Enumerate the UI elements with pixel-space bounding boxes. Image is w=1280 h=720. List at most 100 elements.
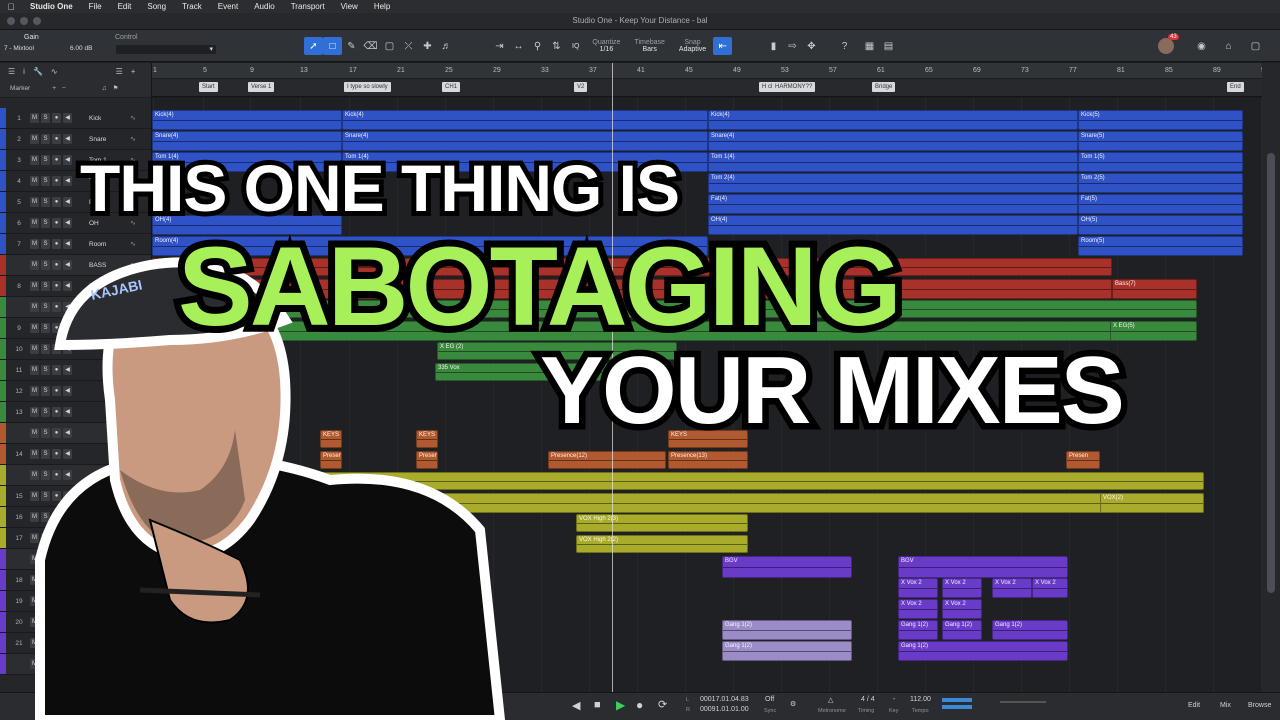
audio-event-clip[interactable]: X EG(5): [1110, 321, 1197, 341]
mute-button[interactable]: M: [30, 470, 39, 480]
mute-button[interactable]: M: [30, 239, 39, 249]
track-row[interactable]: 12 M S ● ◀ ∿: [0, 381, 151, 402]
device-name[interactable]: 7 - Mixtool: [4, 45, 34, 52]
record-arm-button[interactable]: ●: [52, 617, 61, 627]
monitor-button[interactable]: ◀: [63, 155, 72, 165]
monitor-button[interactable]: ◀: [63, 533, 72, 543]
mix-view-button[interactable]: Mix: [1220, 702, 1231, 709]
record-arm-button[interactable]: ●: [52, 386, 61, 396]
sync-value[interactable]: Off: [765, 696, 774, 703]
mute-button[interactable]: M: [30, 617, 39, 627]
time-left-display[interactable]: 00017.01.04.83: [700, 696, 749, 703]
mute-button[interactable]: M: [30, 281, 39, 291]
loop-icon[interactable]: ⟳: [658, 698, 667, 711]
monitor-button[interactable]: ◀: [63, 344, 72, 354]
solo-button[interactable]: S: [41, 344, 50, 354]
solo-button[interactable]: S: [41, 386, 50, 396]
track-row[interactable]: 21 M S ● ◀ ∿: [0, 633, 151, 654]
folder-track-row[interactable]: M S ● ◀ BASS ∿: [0, 255, 151, 276]
fullscreen-icon[interactable]: ▢: [1246, 37, 1265, 55]
mute-button[interactable]: M: [30, 659, 39, 669]
audio-event-clip[interactable]: X Vox 2: [992, 578, 1032, 598]
mute-button[interactable]: M: [30, 197, 39, 207]
solo-button[interactable]: S: [41, 197, 50, 207]
record-arm-button[interactable]: ●: [52, 491, 61, 501]
split-tool-icon[interactable]: ▢: [380, 37, 399, 55]
marker-2[interactable]: Verse 1: [248, 82, 275, 92]
audio-event-clip[interactable]: KEYS: [416, 430, 438, 448]
monitor-button[interactable]: ◀: [63, 659, 72, 669]
record-arm-button[interactable]: ●: [52, 512, 61, 522]
stretch-icon[interactable]: ↔: [509, 37, 528, 55]
video-icon[interactable]: ▦: [860, 37, 879, 55]
track-name[interactable]: Bass: [89, 283, 103, 290]
track-row[interactable]: 1 M S ● ◀ Kick ∿: [0, 108, 151, 129]
audio-event-clip[interactable]: X Vox 2: [942, 578, 982, 598]
timebase-control[interactable]: Timebase Bars: [627, 39, 671, 53]
record-arm-button[interactable]: ●: [52, 449, 61, 459]
mute-button[interactable]: M: [30, 260, 39, 270]
home-icon[interactable]: ⌂: [1219, 37, 1238, 55]
record-arm-button[interactable]: ●: [52, 281, 61, 291]
monitor-button[interactable]: ◀: [63, 386, 72, 396]
solo-button[interactable]: S: [41, 176, 50, 186]
marker-8[interactable]: Bridge: [872, 82, 896, 92]
record-arm-button[interactable]: ●: [52, 323, 61, 333]
track-row[interactable]: 7 M S ● ◀ Room ∿: [0, 234, 151, 255]
monitor-button[interactable]: ◀: [63, 260, 72, 270]
audio-event-clip[interactable]: Gang 1(2): [722, 620, 852, 640]
menu-transport[interactable]: Transport: [283, 2, 333, 11]
audio-event-clip[interactable]: KEYS: [320, 430, 342, 448]
audio-event-clip[interactable]: Kick(4): [152, 110, 342, 130]
audio-event-clip[interactable]: Tom 1(5): [1078, 152, 1243, 172]
solo-button[interactable]: S: [41, 134, 50, 144]
browse-view-button[interactable]: Browse: [1248, 702, 1271, 709]
solo-button[interactable]: S: [41, 428, 50, 438]
record-arm-button[interactable]: ●: [52, 344, 61, 354]
mute-button[interactable]: M: [30, 554, 39, 564]
monitor-button[interactable]: ◀: [63, 575, 72, 585]
audio-event-clip[interactable]: VOX High 2(2): [576, 535, 748, 553]
audio-event-clip[interactable]: Kick(4): [708, 110, 1078, 130]
monitor-button[interactable]: ◀: [63, 428, 72, 438]
monitor-button[interactable]: ◀: [63, 407, 72, 417]
mute-button[interactable]: M: [30, 323, 39, 333]
record-arm-button[interactable]: ●: [52, 260, 61, 270]
record-arm-button[interactable]: ●: [52, 176, 61, 186]
folder-track-row[interactable]: M S ● ◀ ELECTRICS ∿: [0, 297, 151, 318]
snap-control[interactable]: Snap Adaptive: [672, 39, 713, 53]
track-row[interactable]: 15 M S ● ◀ ∿: [0, 486, 151, 507]
time-right-display[interactable]: 00091.01.01.00: [700, 706, 749, 713]
control-dropdown[interactable]: ▾: [116, 45, 216, 54]
track-name[interactable]: ELECTRICS: [89, 304, 125, 311]
mute-button[interactable]: M: [30, 113, 39, 123]
track-row[interactable]: 19 M S ● ◀ ∿: [0, 591, 151, 612]
cursor-follow-icon[interactable]: ✥: [802, 37, 821, 55]
audio-event-clip[interactable]: X Vox 2: [898, 578, 938, 598]
record-arm-button[interactable]: ●: [52, 638, 61, 648]
mute-button[interactable]: M: [30, 365, 39, 375]
audio-event-clip[interactable]: Snare(4): [708, 131, 1078, 151]
mute-button[interactable]: M: [30, 218, 39, 228]
audio-event-clip[interactable]: Snare(4): [152, 131, 342, 151]
audio-event-clip[interactable]: Room(5): [1078, 236, 1243, 256]
audio-event-clip[interactable]: X Vox 2: [898, 599, 938, 619]
timeline-ruler[interactable]: 1 5 9 13 17 21 25 29 33 37 41 45 49 53 57 61 65 69 73 77 81 8…: [152, 63, 1269, 79]
marker-3[interactable]: I type so slowly: [344, 82, 391, 92]
monitor-button[interactable]: ◀: [63, 554, 72, 564]
monitor-button[interactable]: ◀: [63, 596, 72, 606]
solo-button[interactable]: S: [41, 365, 50, 375]
record-arm-button[interactable]: ●: [52, 218, 61, 228]
arrow-tool-icon[interactable]: ➚: [304, 37, 323, 55]
solo-button[interactable]: S: [41, 281, 50, 291]
menu-help[interactable]: Help: [366, 2, 398, 11]
play-icon[interactable]: ▶: [616, 698, 625, 712]
track-row[interactable]: 10 M S ● ◀ ∿: [0, 339, 151, 360]
vertical-scrollbar[interactable]: [1262, 63, 1280, 692]
mute-button[interactable]: M: [30, 155, 39, 165]
solo-button[interactable]: S: [41, 659, 50, 669]
audio-event-clip[interactable]: Presen: [320, 451, 342, 469]
track-row[interactable]: 9 M S ● ◀ X EG ∿: [0, 318, 151, 339]
audio-event-clip[interactable]: Presen: [416, 451, 438, 469]
menu-event[interactable]: Event: [210, 2, 246, 11]
